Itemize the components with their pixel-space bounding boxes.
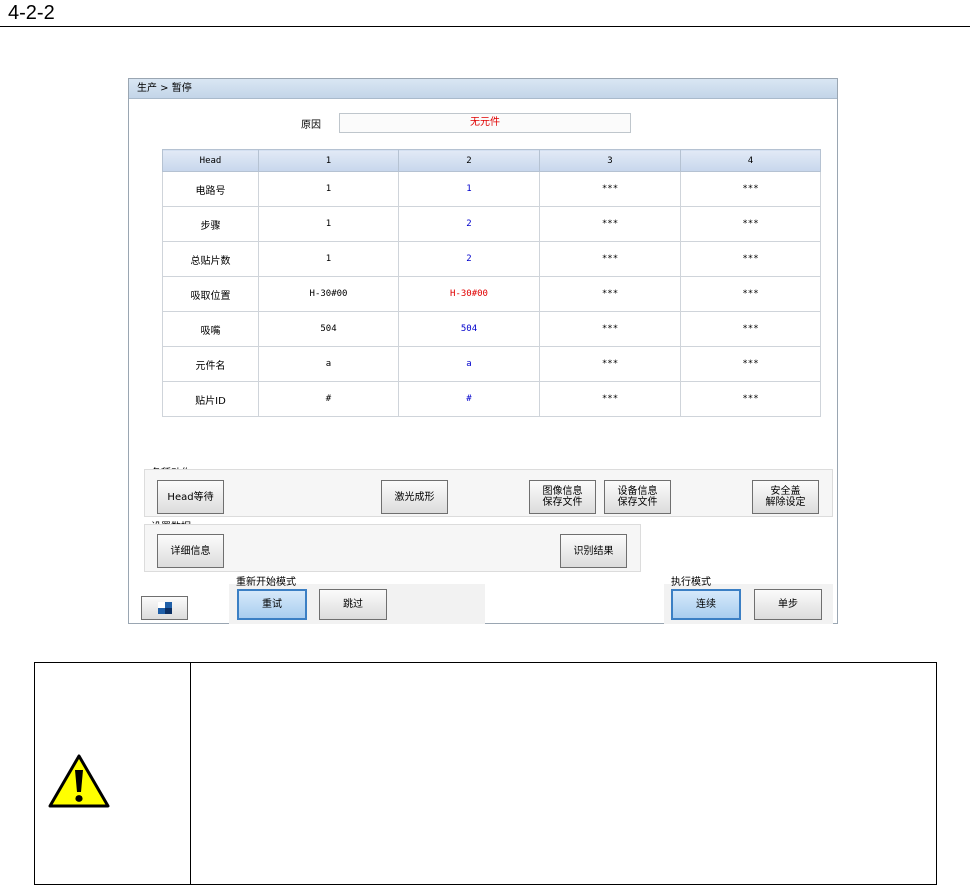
cell-head-2: 1 [398,171,540,207]
cell-head-3: *** [539,311,681,347]
cell-head-4: *** [680,346,821,382]
cell-head-2: 2 [398,206,540,242]
cell-head-3: *** [539,171,681,207]
row-label: 贴片ID [162,381,259,417]
cell-head-4: *** [680,241,821,277]
cell-head-3: *** [539,206,681,242]
cell-head-3: *** [539,381,681,417]
pause-window: 生产 > 暂停 原因 无元件 Head 1 2 3 4 电路号 1 1 *** … [128,78,838,624]
cell-head-1: # [258,381,399,417]
cell-head-3: *** [539,346,681,382]
row-label: 电路号 [162,171,259,207]
recognition-result-button[interactable]: 识别结果 [560,534,627,568]
restart-mode-label: 重新开始模式 [236,577,296,588]
cell-head-1: 1 [258,171,399,207]
breadcrumb: 生产 > 暂停 [129,79,837,99]
head-status-table: Head 1 2 3 4 电路号 1 1 *** *** 步骤 1 2 *** … [162,149,821,417]
row-label: 元件名 [162,346,259,382]
cell-head-3: *** [539,241,681,277]
table-row: 吸嘴 504 504 *** *** [162,311,821,347]
restore-window-icon [157,602,172,614]
row-label: 吸嘴 [162,311,259,347]
cell-head-4: *** [680,171,821,207]
row-label: 吸取位置 [162,276,259,312]
cell-head-1: H-30#00 [258,276,399,312]
laser-forming-button[interactable]: 激光成形 [381,480,448,514]
save-image-info-button[interactable]: 图像信息 保存文件 [529,480,596,514]
cell-head-2: # [398,381,540,417]
details-button[interactable]: 详细信息 [157,534,224,568]
cell-head-2: H-30#00 [398,276,540,312]
cell-head-4: *** [680,206,821,242]
cell-head-1: 504 [258,311,399,347]
cell-head-4: *** [680,276,821,312]
table-row: 贴片ID # # *** *** [162,381,821,417]
table-header-row: Head 1 2 3 4 [162,149,821,172]
retry-button[interactable]: 重试 [237,589,307,620]
step-button[interactable]: 单步 [754,589,822,620]
reason-label: 原因 [301,120,321,131]
actions-group [144,469,833,517]
cell-head-2: 2 [398,241,540,277]
head-wait-button[interactable]: Head等待 [157,480,224,514]
cell-head-2: a [398,346,540,382]
cell-head-1: 1 [258,206,399,242]
cell-head-3: *** [539,276,681,312]
cell-head-4: *** [680,381,821,417]
column-header: Head [162,149,259,172]
row-label: 步骤 [162,206,259,242]
reason-value: 无元件 [339,113,631,133]
cell-head-1: a [258,346,399,382]
table-row: 总贴片数 1 2 *** *** [162,241,821,277]
table-row: 元件名 a a *** *** [162,346,821,382]
column-header: 2 [398,149,540,172]
caution-box [34,662,937,885]
continuous-button[interactable]: 连续 [671,589,741,620]
skip-button[interactable]: 跳过 [319,589,387,620]
table-row: 电路号 1 1 *** *** [162,171,821,207]
release-safety-cover-button[interactable]: 安全盖 解除设定 [752,480,819,514]
column-header: 1 [258,149,399,172]
warning-triangle-icon [48,754,110,808]
section-number: 4-2-2 [8,2,55,24]
column-header: 4 [680,149,821,172]
table-row: 吸取位置 H-30#00 H-30#00 *** *** [162,276,821,312]
restore-button[interactable] [141,596,188,620]
exec-mode-label: 执行模式 [671,577,711,588]
header-rule [0,26,970,27]
cell-head-4: *** [680,311,821,347]
caution-divider [190,663,191,884]
save-device-info-button[interactable]: 设备信息 保存文件 [604,480,671,514]
column-header: 3 [539,149,681,172]
row-label: 总贴片数 [162,241,259,277]
cell-head-2: 504 [398,311,540,347]
cell-head-1: 1 [258,241,399,277]
table-row: 步骤 1 2 *** *** [162,206,821,242]
